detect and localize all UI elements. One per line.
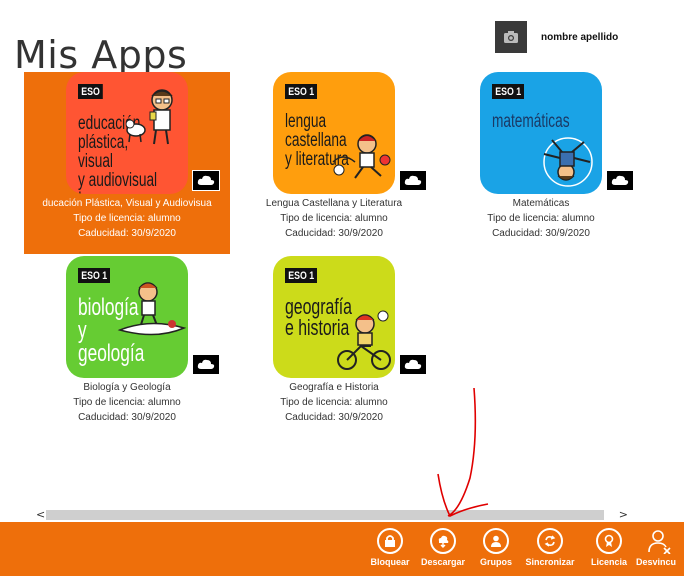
camera-icon xyxy=(504,31,518,43)
character-illustration xyxy=(543,137,593,187)
eso-badge: ESO xyxy=(78,84,103,99)
sync-icon xyxy=(544,535,556,547)
expiry-date: Caducidad: 30/9/2020 xyxy=(285,412,383,423)
horizontal-scrollbar[interactable]: < > xyxy=(28,508,636,521)
expiry-date: Caducidad: 30/9/2020 xyxy=(492,228,590,239)
app-caption: Matemáticas Tipo de licencia: alumno Cad… xyxy=(438,196,644,241)
avatar[interactable] xyxy=(495,21,527,53)
app-icon[interactable]: ESO 1 biología y geología xyxy=(66,256,188,378)
character-illustration xyxy=(126,89,173,145)
expiry-date: Caducidad: 30/9/2020 xyxy=(78,412,176,423)
sincronizar-button[interactable]: Sincronizar xyxy=(522,528,578,567)
eso-badge: ESO 1 xyxy=(78,268,111,283)
license-type: Tipo de licencia: alumno xyxy=(73,213,181,224)
cloud-download-icon[interactable] xyxy=(399,354,427,375)
bloquear-button[interactable]: Bloquear xyxy=(362,528,418,567)
app-icon[interactable]: ESO 1 matemáticas xyxy=(480,72,602,194)
cloud-download-icon[interactable] xyxy=(399,170,427,191)
expiry-date: Caducidad: 30/9/2020 xyxy=(285,228,383,239)
license-type: Tipo de licencia: alumno xyxy=(280,397,388,408)
app-icon[interactable]: ESO educación plástica, visual y audiovi… xyxy=(66,72,188,194)
descargar-label: Descargar xyxy=(420,557,466,567)
app-name: Geografía e Historia xyxy=(289,382,379,393)
cloud-download-icon[interactable] xyxy=(192,354,220,375)
descargar-button[interactable]: Descargar xyxy=(415,528,471,567)
cloud-download-icon[interactable] xyxy=(192,170,220,191)
bloquear-label: Bloquear xyxy=(370,557,410,567)
page-title: Mis Apps xyxy=(14,33,188,78)
desvincular-label: Desvincu xyxy=(636,557,677,567)
group-icon xyxy=(491,535,501,547)
license-type: Tipo de licencia: alumno xyxy=(487,213,595,224)
license-type: Tipo de licencia: alumno xyxy=(280,213,388,224)
licencia-button[interactable]: Licencia xyxy=(581,528,637,567)
desvincular-button[interactable]: Desvincu xyxy=(634,528,684,567)
app-icon[interactable]: ESO 1 geografía e historia xyxy=(273,256,395,378)
character-illustration xyxy=(117,282,186,336)
app-name: Lengua Castellana y Literatura xyxy=(265,198,403,209)
app-icon[interactable]: ESO 1 lengua castellana y literatura xyxy=(273,72,395,194)
user-profile[interactable]: nombre apellido xyxy=(495,21,618,53)
app-name: ducación Plástica, Visual y Audiovisua xyxy=(42,198,212,209)
app-caption: Biología y Geología Tipo de licencia: al… xyxy=(24,380,230,425)
subject-title: matemáticas xyxy=(492,111,570,132)
scroll-left-arrow[interactable]: < xyxy=(36,508,45,521)
app-caption: Lengua Castellana y Literatura Tipo de l… xyxy=(231,196,437,241)
license-icon xyxy=(604,534,614,547)
cloud-download-icon[interactable] xyxy=(606,170,634,191)
eso-badge: ESO 1 xyxy=(285,268,318,283)
lock-icon xyxy=(385,535,395,547)
unlink-user-icon xyxy=(648,530,671,555)
character-illustration xyxy=(332,134,391,179)
grupos-label: Grupos xyxy=(479,557,512,567)
app-caption: Geografía e Historia Tipo de licencia: a… xyxy=(231,380,437,425)
licencia-label: Licencia xyxy=(590,557,628,567)
app-name: Matemáticas xyxy=(512,198,570,209)
app-caption: ducación Plástica, Visual y Audiovisua T… xyxy=(24,196,230,241)
scrollbar-thumb[interactable] xyxy=(46,510,604,520)
eso-badge: ESO 1 xyxy=(285,84,318,99)
user-name: nombre apellido xyxy=(541,31,619,43)
character-illustration xyxy=(337,310,391,370)
app-tile-biologia[interactable]: ESO 1 biología y geología Biología y Geo… xyxy=(24,256,230,438)
app-tile-geografia[interactable]: ESO 1 geografía e historia Geografía e H… xyxy=(231,256,437,438)
grupos-button[interactable]: Grupos xyxy=(468,528,524,567)
app-tile-plastica[interactable]: ESO educación plástica, visual y audiovi… xyxy=(24,72,230,254)
app-tile-lengua[interactable]: ESO 1 lengua castellana y literatura Len… xyxy=(231,72,437,254)
sincronizar-label: Sincronizar xyxy=(525,557,575,567)
app-bar: Bloquear Descargar Grupos Sincronizar Li… xyxy=(0,522,684,576)
scroll-right-arrow[interactable]: > xyxy=(619,508,628,521)
expiry-date: Caducidad: 30/9/2020 xyxy=(78,228,176,239)
download-icon xyxy=(438,535,449,548)
license-type: Tipo de licencia: alumno xyxy=(73,397,181,408)
app-name: Biología y Geología xyxy=(83,382,171,393)
app-tile-matematicas[interactable]: ESO 1 matemáticas Matemáticas Tipo de li… xyxy=(438,72,644,254)
eso-badge: ESO 1 xyxy=(492,84,525,99)
